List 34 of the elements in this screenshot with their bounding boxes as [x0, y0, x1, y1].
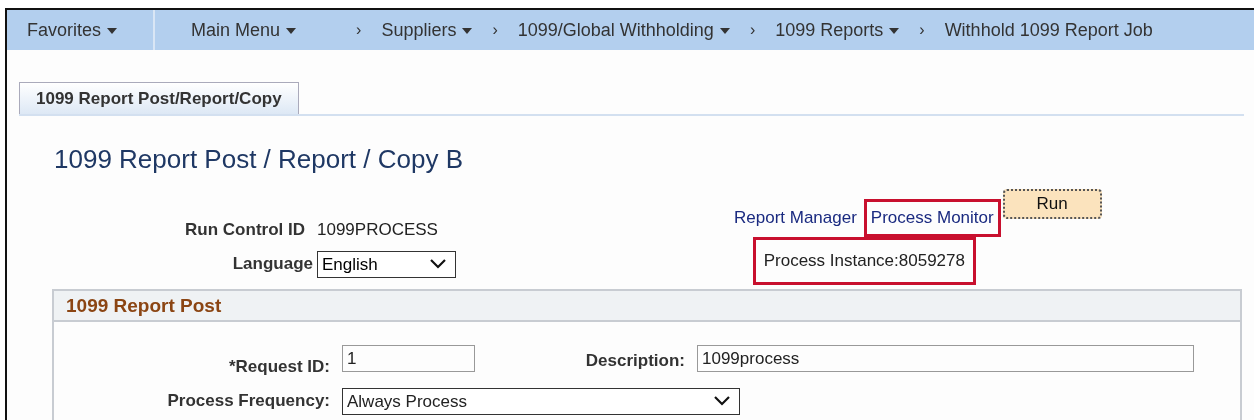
chevron-separator: › [919, 20, 925, 40]
breadcrumb-link[interactable]: Withhold 1099 Report Job [944, 16, 1153, 44]
process-frequency-dropdown[interactable]: Always Process [342, 387, 740, 415]
chevron-separator: › [749, 20, 756, 40]
description-field[interactable]: 1099process [697, 345, 1194, 373]
link[interactable]: Report Manager [727, 199, 864, 237]
field-value: 1099PROCESS [317, 219, 438, 241]
process-instance: Process Instance:8059278 [752, 237, 976, 285]
field-label: Process Frequency: [166, 390, 331, 413]
request-id-field[interactable]: 1 [342, 345, 475, 373]
tab[interactable]: 1099 Report Post/Report/Copy [19, 82, 299, 114]
caret-icon [462, 28, 473, 34]
breadcrumb-link[interactable]: Favorites [27, 16, 118, 44]
breadcrumb-link[interactable]: 1099 Reports [775, 16, 900, 44]
field-label: Description: [584, 350, 686, 372]
chevron-icon [713, 395, 731, 407]
chevron-separator: › [492, 20, 498, 40]
breadcrumb-link[interactable]: 1099/Global Withholding [517, 16, 730, 44]
breadcrumb-link[interactable]: Main Menu [191, 16, 297, 44]
link[interactable]: Process Monitor [863, 199, 1001, 237]
run-button[interactable]: Run [1002, 189, 1102, 219]
page-title: 1099 Report Post / Report / Copy B [54, 143, 464, 176]
chevron-separator: › [356, 20, 362, 40]
caret-icon [107, 28, 118, 34]
chevron-icon [429, 258, 447, 270]
group-title: 1099 Report Post [54, 291, 1240, 322]
caret-icon [286, 28, 297, 34]
field-label: *Request ID: [227, 356, 331, 378]
field-label: Language [231, 253, 314, 276]
language-dropdown[interactable]: English [317, 250, 456, 278]
field-label: Run Control ID [184, 219, 306, 241]
caret-icon [719, 28, 730, 34]
caret-icon [889, 28, 900, 34]
breadcrumb-link[interactable]: Suppliers [381, 16, 473, 44]
